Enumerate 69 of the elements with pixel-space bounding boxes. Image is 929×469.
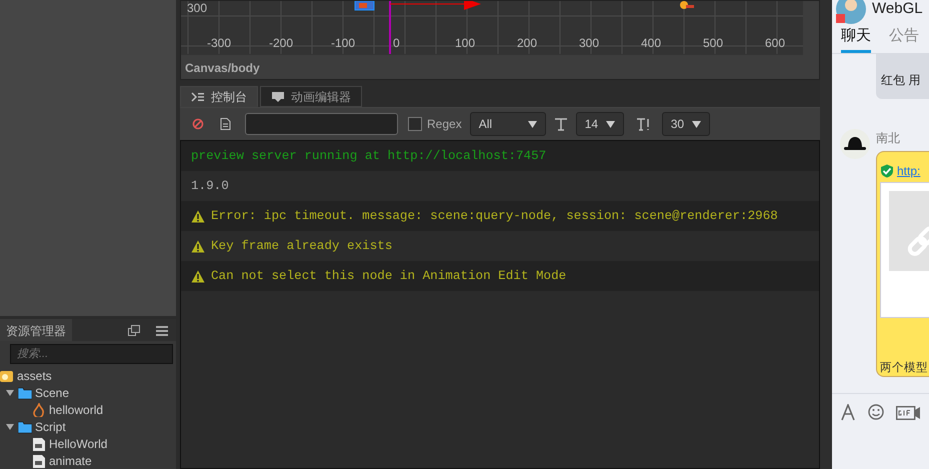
- level-dropdown[interactable]: All: [470, 112, 546, 136]
- flame-icon: [32, 402, 46, 416]
- folder-icon: [18, 420, 32, 434]
- line-height-icon: [636, 118, 650, 130]
- tree-item[interactable]: helloworld: [49, 400, 104, 418]
- log-message: Key frame already exists: [211, 238, 392, 255]
- group-avatar: [836, 0, 866, 24]
- menu-icon[interactable]: [156, 324, 168, 336]
- axis-label: 400: [641, 36, 662, 50]
- node-path: Canvas/body: [184, 60, 261, 77]
- log-message: 1.9.0: [191, 178, 229, 195]
- script-file-icon: [32, 454, 46, 468]
- shield-check-icon: [880, 164, 894, 178]
- checkbox-label: Regex: [427, 116, 462, 133]
- folder-icon: [18, 386, 32, 400]
- line-height-dropdown[interactable]: 30: [662, 112, 710, 136]
- script-file-icon: [32, 436, 46, 450]
- filter-field[interactable]: [245, 113, 398, 135]
- tree-item[interactable]: Scene: [35, 384, 70, 402]
- document-icon[interactable]: [220, 118, 231, 130]
- axis-label: 600: [765, 36, 786, 50]
- search-field[interactable]: 搜索...: [10, 344, 173, 364]
- tree-item[interactable]: assets: [17, 366, 52, 384]
- axis-label: 200: [517, 36, 538, 50]
- link[interactable]: http:: [897, 162, 920, 180]
- sender-name: 南北: [876, 130, 901, 147]
- warning-icon: [191, 240, 205, 252]
- caret-icon: [606, 120, 616, 128]
- tree-item[interactable]: Script: [35, 418, 66, 436]
- expanded-caret-icon[interactable]: [5, 388, 15, 396]
- font-icon[interactable]: [840, 404, 856, 421]
- sprite-drawing: [354, 1, 374, 10]
- user-avatar: [840, 129, 870, 159]
- console-icon: [191, 90, 205, 102]
- axis-label: 300: [187, 1, 208, 15]
- axis-label: 500: [703, 36, 724, 50]
- y-axis-line: [389, 1, 391, 54]
- checkbox[interactable]: [408, 117, 422, 131]
- log-message: Can not select this node in Animation Edit Mode: [211, 268, 566, 285]
- axis-label: 300: [579, 36, 600, 50]
- chat-tab[interactable]: 聊天: [841, 24, 871, 53]
- caret-icon: [692, 120, 702, 128]
- package-icon: [0, 368, 14, 382]
- sprite-drawing: [680, 1, 694, 9]
- message-text: 两个模型: [880, 360, 929, 376]
- warning-icon: [191, 210, 205, 222]
- message-bubble: 红包 用: [876, 53, 929, 99]
- axis-label: -100: [331, 36, 356, 50]
- axis-label: 100: [455, 36, 476, 50]
- panel-tab[interactable]: 资源管理器: [0, 319, 72, 341]
- panel-tab[interactable]: 动画编辑器: [260, 86, 362, 107]
- emoji-icon[interactable]: [868, 404, 884, 421]
- log-message: preview server running at http://localhost:7457: [191, 148, 546, 165]
- popout-icon[interactable]: [128, 324, 140, 336]
- expanded-caret-icon[interactable]: [5, 422, 15, 430]
- gif-icon[interactable]: [896, 406, 920, 420]
- font-size-icon: [554, 118, 568, 130]
- tree-item[interactable]: HelloWorld: [49, 434, 108, 452]
- caret-icon: [528, 120, 537, 128]
- axis-label: -300: [207, 36, 232, 50]
- font-size-dropdown[interactable]: 14: [576, 112, 624, 136]
- tree-item[interactable]: animate: [49, 452, 92, 469]
- axis-label: -200: [269, 36, 294, 50]
- chat-title: WebGL: [872, 0, 923, 19]
- warning-icon: [191, 270, 205, 282]
- panel-tab[interactable]: 控制台: [180, 86, 258, 107]
- axis-label: 0: [393, 36, 400, 50]
- clear-icon[interactable]: [192, 118, 204, 130]
- log-message: Error: ipc timeout. message: scene:query-node, session: scene@renderer:2968: [211, 208, 778, 225]
